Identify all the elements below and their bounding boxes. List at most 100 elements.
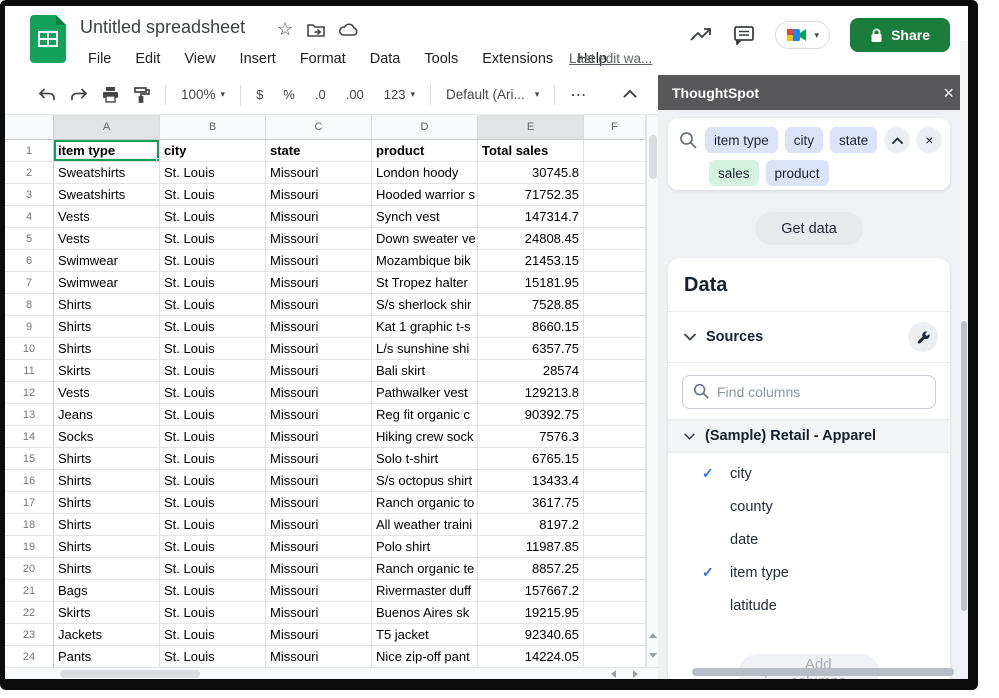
cell-C4[interactable]: Missouri — [266, 206, 372, 228]
column-header-D[interactable]: D — [372, 115, 478, 140]
cell-F8[interactable] — [584, 294, 646, 316]
cell-E23[interactable]: 92340.65 — [478, 624, 584, 646]
cell-F6[interactable] — [584, 250, 646, 272]
search-chip-item-type[interactable]: item type — [705, 127, 778, 153]
cell-D16[interactable]: S/s octopus shirt — [372, 470, 478, 492]
cell-A10[interactable]: Shirts — [54, 338, 160, 360]
cell-D19[interactable]: Polo shirt — [372, 536, 478, 558]
cell-A21[interactable]: Bags — [54, 580, 160, 602]
collapse-toolbar-icon[interactable] — [618, 85, 642, 102]
cell-F20[interactable] — [584, 558, 646, 580]
cell-B23[interactable]: St. Louis — [160, 624, 266, 646]
cell-E3[interactable]: 71752.35 — [478, 184, 584, 206]
cell-D18[interactable]: All weather traini — [372, 514, 478, 536]
cell-E12[interactable]: 129213.8 — [478, 382, 584, 404]
clear-search-button[interactable]: × — [916, 127, 942, 153]
cell-A18[interactable]: Shirts — [54, 514, 160, 536]
cell-E21[interactable]: 157667.2 — [478, 580, 584, 602]
cell-B10[interactable]: St. Louis — [160, 338, 266, 360]
cell-C13[interactable]: Missouri — [266, 404, 372, 426]
cell-C21[interactable]: Missouri — [266, 580, 372, 602]
cell-C19[interactable]: Missouri — [266, 536, 372, 558]
cell-A7[interactable]: Swimwear — [54, 272, 160, 294]
document-title[interactable]: Untitled spreadsheet — [80, 17, 245, 38]
cell-D17[interactable]: Ranch organic to — [372, 492, 478, 514]
row-header-4[interactable]: 4 — [5, 206, 54, 228]
undo-button[interactable] — [33, 84, 61, 106]
cell-A17[interactable]: Shirts — [54, 492, 160, 514]
cell-D21[interactable]: Rivermaster duff — [372, 580, 478, 602]
menu-format[interactable]: Format — [293, 48, 353, 70]
cell-B1[interactable]: city — [160, 140, 266, 162]
cell-E11[interactable]: 28574 — [478, 360, 584, 382]
vertical-scrollbar[interactable] — [646, 115, 658, 667]
horizontal-scrollbar[interactable] — [5, 667, 658, 679]
row-header-20[interactable]: 20 — [5, 558, 54, 580]
cell-F23[interactable] — [584, 624, 646, 646]
cell-D2[interactable]: London hoody — [372, 162, 478, 184]
sheets-logo-icon[interactable] — [30, 15, 66, 63]
cell-A16[interactable]: Shirts — [54, 470, 160, 492]
cell-E4[interactable]: 147314.7 — [478, 206, 584, 228]
cell-F9[interactable] — [584, 316, 646, 338]
cell-D9[interactable]: Kat 1 graphic t-s — [372, 316, 478, 338]
cell-A6[interactable]: Swimwear — [54, 250, 160, 272]
cell-B12[interactable]: St. Louis — [160, 382, 266, 404]
cell-C20[interactable]: Missouri — [266, 558, 372, 580]
cell-C6[interactable]: Missouri — [266, 250, 372, 272]
cell-B6[interactable]: St. Louis — [160, 250, 266, 272]
cell-F5[interactable] — [584, 228, 646, 250]
cell-F16[interactable] — [584, 470, 646, 492]
cell-F21[interactable] — [584, 580, 646, 602]
cell-E22[interactable]: 19215.95 — [478, 602, 584, 624]
column-header-A[interactable]: A — [54, 115, 160, 140]
cell-E5[interactable]: 24808.45 — [478, 228, 584, 250]
column-item-latitude[interactable]: latitude — [668, 589, 950, 622]
cell-B14[interactable]: St. Louis — [160, 426, 266, 448]
scroll-right-button[interactable] — [626, 668, 644, 679]
cell-E19[interactable]: 11987.85 — [478, 536, 584, 558]
cell-A23[interactable]: Jackets — [54, 624, 160, 646]
cell-E8[interactable]: 7528.85 — [478, 294, 584, 316]
column-item-date[interactable]: date — [668, 523, 950, 556]
search-chip-sales[interactable]: sales — [709, 160, 759, 186]
cell-F12[interactable] — [584, 382, 646, 404]
cell-F7[interactable] — [584, 272, 646, 294]
cell-C24[interactable]: Missouri — [266, 646, 372, 668]
cell-B15[interactable]: St. Louis — [160, 448, 266, 470]
row-header-22[interactable]: 22 — [5, 602, 54, 624]
cell-F14[interactable] — [584, 426, 646, 448]
panel-scrollbar-gutter[interactable] — [960, 41, 968, 610]
cell-A9[interactable]: Shirts — [54, 316, 160, 338]
cell-B21[interactable]: St. Louis — [160, 580, 266, 602]
collapse-search-button[interactable] — [884, 127, 910, 153]
cell-D22[interactable]: Buenos Aires sk — [372, 602, 478, 624]
cell-B9[interactable]: St. Louis — [160, 316, 266, 338]
source-group-row[interactable]: (Sample) Retail - Apparel — [668, 419, 950, 453]
cell-E13[interactable]: 90392.75 — [478, 404, 584, 426]
row-header-21[interactable]: 21 — [5, 580, 54, 602]
cell-E24[interactable]: 14224.05 — [478, 646, 584, 668]
row-header-19[interactable]: 19 — [5, 536, 54, 558]
cell-E1[interactable]: Total sales — [478, 140, 584, 162]
comment-icon[interactable] — [733, 25, 755, 45]
cell-E10[interactable]: 6357.75 — [478, 338, 584, 360]
cell-A15[interactable]: Shirts — [54, 448, 160, 470]
more-toolbar-button[interactable]: ⋯ — [565, 81, 591, 109]
move-to-folder-icon[interactable] — [307, 22, 325, 38]
cell-D11[interactable]: Bali skirt — [372, 360, 478, 382]
cell-D23[interactable]: T5 jacket — [372, 624, 478, 646]
cell-F22[interactable] — [584, 602, 646, 624]
cell-A14[interactable]: Socks — [54, 426, 160, 448]
activity-trend-icon[interactable] — [689, 26, 713, 44]
cell-B11[interactable]: St. Louis — [160, 360, 266, 382]
cell-E15[interactable]: 6765.15 — [478, 448, 584, 470]
row-header-24[interactable]: 24 — [5, 646, 54, 668]
cell-B24[interactable]: St. Louis — [160, 646, 266, 668]
cell-D7[interactable]: St Tropez halter — [372, 272, 478, 294]
cell-A5[interactable]: Vests — [54, 228, 160, 250]
cell-A13[interactable]: Jeans — [54, 404, 160, 426]
cell-D13[interactable]: Reg fit organic c — [372, 404, 478, 426]
cell-A4[interactable]: Vests — [54, 206, 160, 228]
cell-D3[interactable]: Hooded warrior s — [372, 184, 478, 206]
